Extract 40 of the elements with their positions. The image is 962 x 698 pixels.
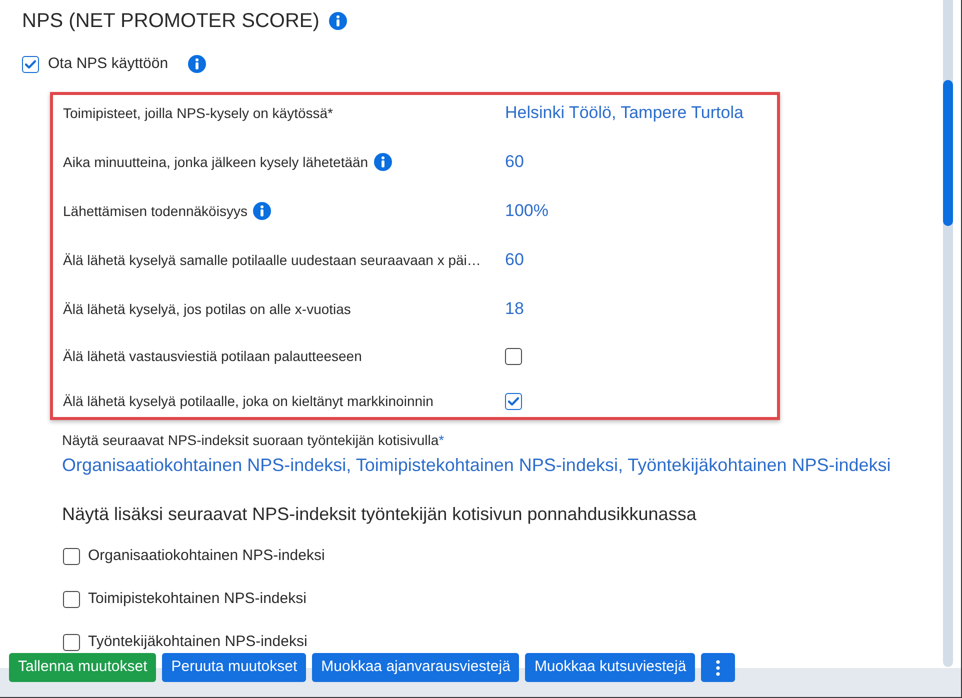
scrollbar-track[interactable] — [943, 0, 953, 667]
info-icon[interactable] — [329, 12, 348, 30]
info-icon[interactable] — [253, 202, 272, 220]
setting-label: Aika minuutteina, jonka jälkeen kysely lähetetään — [63, 152, 368, 172]
setting-label: Älä lähetä kyselyä, jos potilas on alle x-vuotias — [63, 300, 351, 319]
setting-label: Älä lähetä kyselyä potilaalle, joka on kieltänyt markkinoinnin — [63, 392, 434, 411]
checkbox[interactable] — [63, 590, 80, 608]
scrollbar-thumb[interactable] — [943, 80, 953, 226]
setting-value[interactable]: Helsinki Töölö, Tampere Turtola — [505, 100, 744, 126]
setting-label: Lähettämisen todennäköisyys — [63, 202, 248, 221]
setting-value[interactable]: 60 — [505, 149, 524, 175]
more-options-button[interactable] — [701, 653, 736, 682]
setting-value[interactable]: 60 — [505, 247, 524, 273]
checkbox[interactable] — [505, 348, 522, 364]
checkbox[interactable] — [22, 56, 39, 72]
setting-label: Älä lähetä kyselyä samalle potilaalle uudestaan seuraavaan x päi… — [63, 250, 481, 270]
save-button[interactable]: Tallenna muutokset — [9, 653, 156, 682]
section-title: NPS (NET PROMOTER SCORE) — [22, 9, 320, 34]
setting-value[interactable]: 100% — [505, 198, 548, 224]
setting-label: Toimipisteet, joilla NPS-kysely on käytössä* — [63, 104, 333, 123]
field-label: Näytä seuraavat NPS-indeksit suoraan työntekijän kotisivulla* — [62, 431, 444, 449]
checkbox[interactable] — [63, 548, 80, 564]
checkbox[interactable] — [63, 634, 80, 650]
checkbox-label[interactable]: Työntekijäkohtainen NPS-indeksi — [88, 633, 308, 651]
setting-label: Älä lähetä vastausviestiä potilaan palautteeseen — [63, 346, 362, 366]
checkbox-label[interactable]: Toimipistekohtainen NPS-indeksi — [88, 590, 306, 608]
field-value[interactable]: Organisaatiokohtainen NPS-indeksi, Toimipistekohtainen NPS-indeksi, Työntekijäkohtainen NPS-indeksi — [62, 454, 891, 476]
action-button[interactable]: Peruuta muutokset — [162, 653, 306, 682]
check-icon — [25, 60, 36, 68]
more-vertical-icon — [716, 660, 720, 676]
info-icon[interactable] — [188, 55, 206, 73]
check-icon — [508, 396, 519, 406]
info-icon[interactable] — [374, 153, 392, 171]
section-heading: Näytä lisäksi seuraavat NPS-indeksit työntekijän kotisivun ponnahdusikkunassa — [62, 503, 696, 526]
setting-value[interactable]: 18 — [505, 296, 524, 322]
action-button[interactable]: Muokkaa ajanvarausviestejä — [312, 653, 520, 682]
checkbox[interactable] — [505, 392, 522, 410]
action-button[interactable]: Muokkaa kutsuviestejä — [525, 653, 696, 682]
checkbox-label[interactable]: Ota NPS käyttöön — [48, 52, 168, 76]
checkbox-label[interactable]: Organisaatiokohtainen NPS-indeksi — [88, 547, 325, 565]
